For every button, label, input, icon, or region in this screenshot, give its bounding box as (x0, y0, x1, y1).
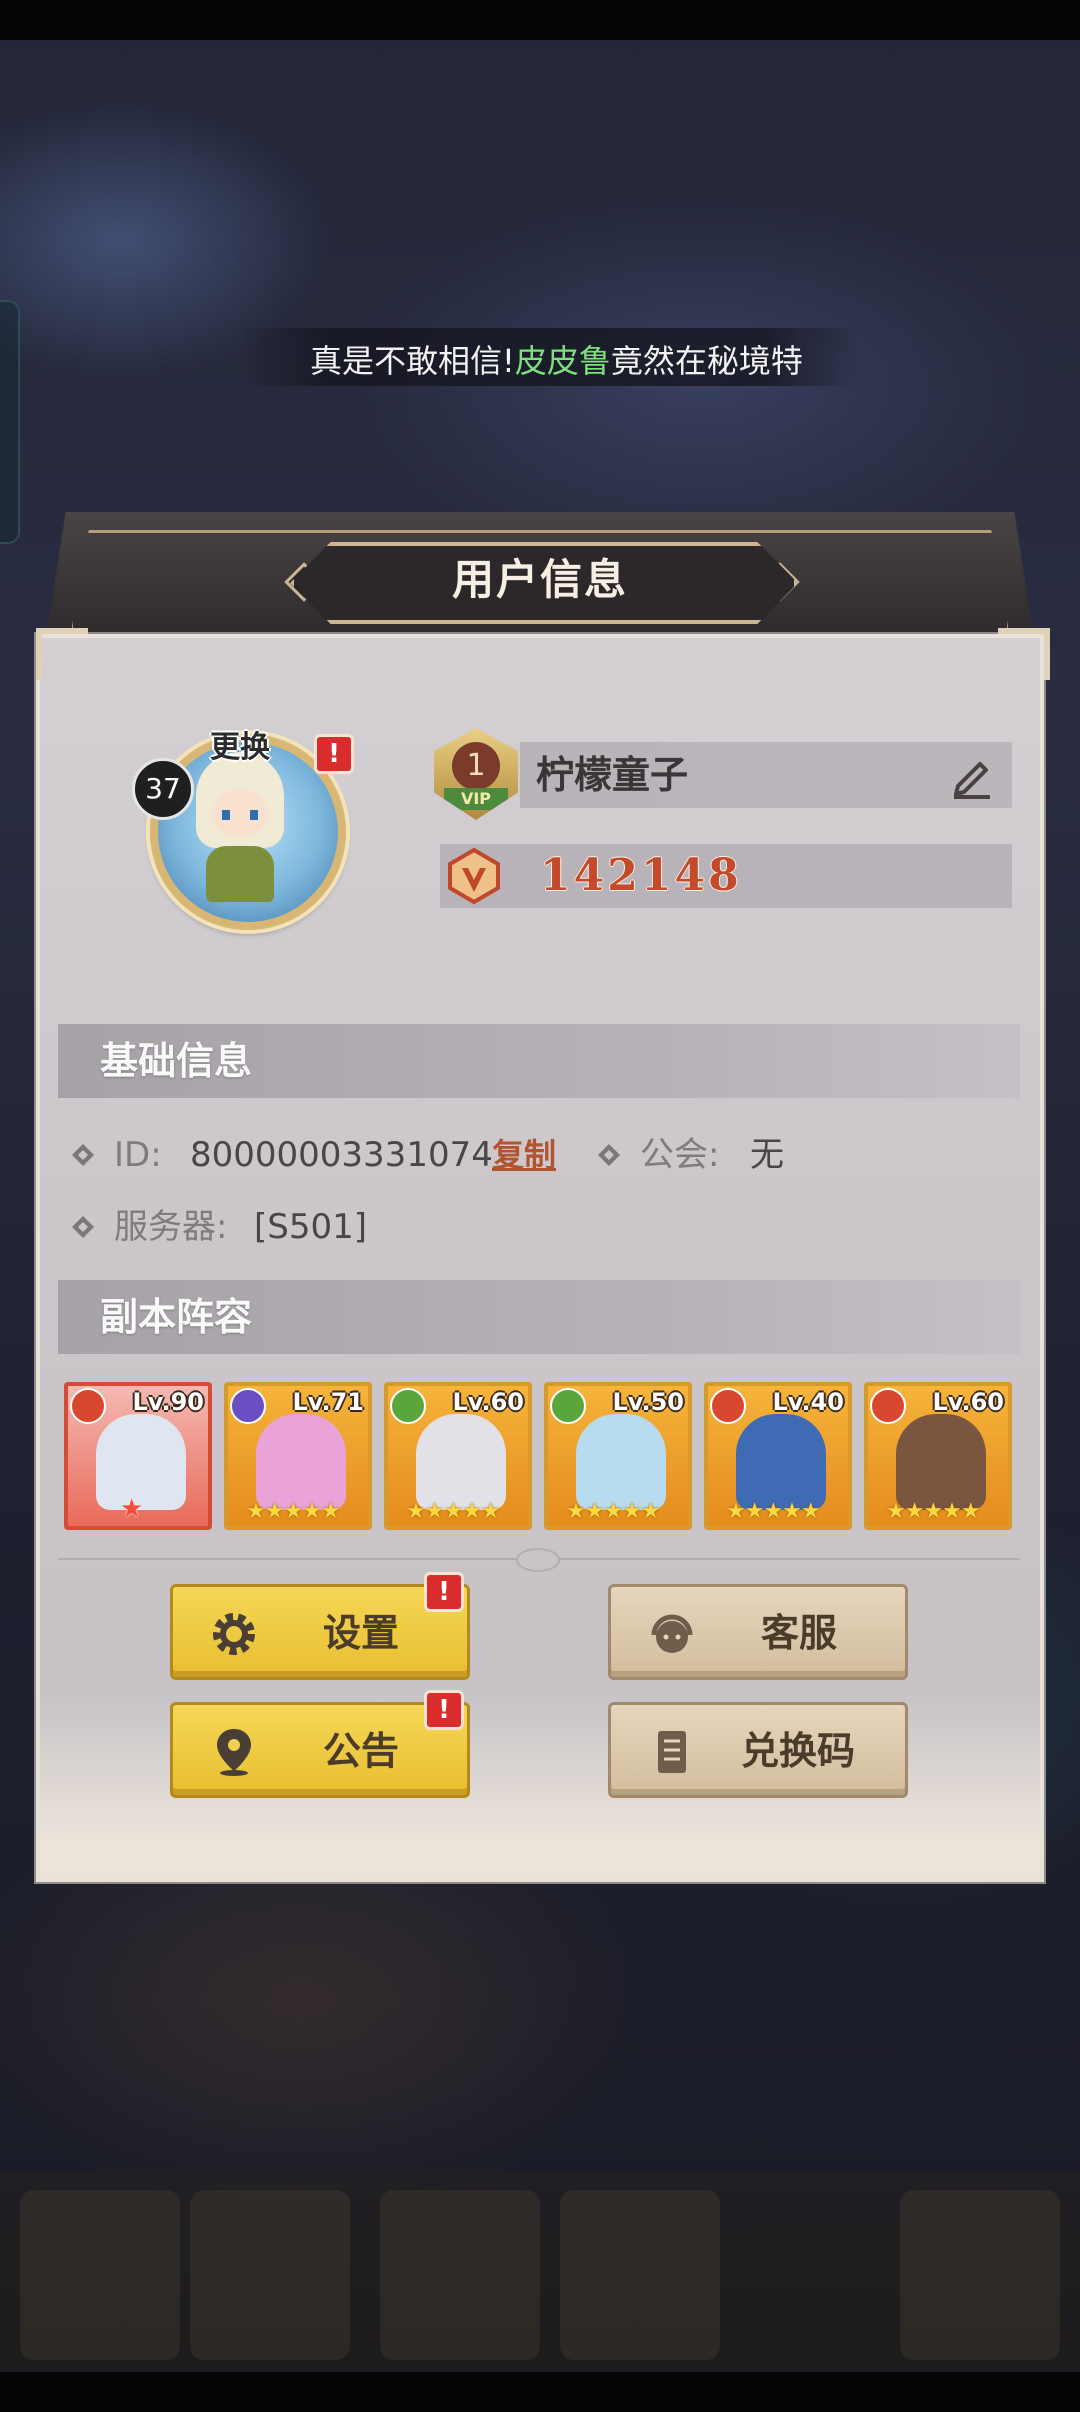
side-drawer-tab[interactable] (0, 300, 20, 544)
diamond-bullet-icon (72, 1216, 94, 1238)
hero-level: Lv.60 (452, 1388, 525, 1416)
announcement-alert-icon: ! (424, 1690, 464, 1730)
diamond-bullet-icon (598, 1144, 620, 1166)
hero-portrait (576, 1414, 666, 1510)
fire-element-icon (870, 1388, 906, 1424)
player-level-badge: 37 (132, 758, 194, 820)
location-pin-icon (217, 1729, 251, 1776)
fire-element-icon (710, 1388, 746, 1424)
customer-service-label: 客服 (761, 1611, 838, 1655)
combat-power-icon (448, 847, 500, 905)
hero-level: Lv.90 (132, 1388, 205, 1416)
settings-alert-icon: ! (424, 1572, 464, 1612)
hero-level: Lv.50 (612, 1388, 685, 1416)
hero-card[interactable]: Lv.90 ★ (64, 1382, 212, 1530)
server-label: 服务器: (114, 1207, 228, 1247)
hero-level: Lv.60 (932, 1388, 1005, 1416)
headset-icon (651, 1614, 693, 1653)
dialog-title: 用户信息 (451, 555, 628, 604)
hero-stars: ★★★★★ (246, 1499, 341, 1524)
avatar-body (206, 846, 274, 902)
marquee-text: 真是不敢相信!皮皮鲁竟然在秘境特 (310, 342, 803, 380)
customer-service-button[interactable]: 客服 (608, 1584, 908, 1680)
id-value: 80000003331074 (190, 1135, 493, 1175)
edit-name-icon[interactable] (948, 752, 996, 800)
lineup-title: 副本阵容 (100, 1295, 253, 1339)
hero-portrait (416, 1414, 506, 1510)
status-bar (0, 0, 1080, 40)
server-value: [S501] (254, 1207, 368, 1247)
avatar-eye-left (222, 810, 230, 820)
hero-card[interactable]: Lv.60 ★★★★★ (384, 1382, 532, 1530)
system-nav-bar (0, 2372, 1080, 2412)
avatar-face (212, 790, 268, 838)
hero-stars: ★★★★★ (886, 1499, 981, 1524)
player-name: 柠檬童子 (536, 753, 689, 797)
copy-id-button[interactable]: 复制 (492, 1130, 556, 1180)
hero-stars: ★★★★★ (726, 1499, 821, 1524)
nature-element-icon (550, 1388, 586, 1424)
panel-corner-left (36, 628, 88, 680)
hero-stars: ★★★★★ (406, 1499, 501, 1524)
announcement-label: 公告 (323, 1729, 400, 1773)
guild-label: 公会: (640, 1135, 720, 1175)
hero-portrait (736, 1414, 826, 1510)
hero-card[interactable]: Lv.40 ★★★★★ (704, 1382, 852, 1530)
avatar-eye-right (250, 810, 258, 820)
panel-corner-right (998, 628, 1050, 680)
bottom-nav-blurred (0, 2170, 1080, 2370)
hero-card[interactable]: Lv.60 ★★★★★ (864, 1382, 1012, 1530)
guild-value: 无 (750, 1135, 784, 1175)
divider-ornament (516, 1548, 560, 1572)
avatar-alert-icon: ! (314, 734, 354, 774)
nature-element-icon (390, 1388, 426, 1424)
hero-stars: ★ (120, 1494, 144, 1524)
combat-power-value: 142148 (540, 850, 742, 901)
hero-portrait (896, 1414, 986, 1510)
hero-card[interactable]: Lv.71 ★★★★★ (224, 1382, 372, 1530)
hero-portrait (256, 1414, 346, 1510)
diamond-bullet-icon (72, 1144, 94, 1166)
gear-icon (213, 1613, 255, 1655)
id-label: ID: (114, 1135, 162, 1175)
hero-level: Lv.71 (292, 1388, 365, 1416)
code-book-icon (658, 1731, 686, 1773)
redeem-code-button[interactable]: 兑换码 (608, 1702, 908, 1798)
hero-level: Lv.40 (772, 1388, 845, 1416)
basic-info-title: 基础信息 (100, 1039, 253, 1083)
marquee-player-name: 皮皮鲁 (514, 342, 611, 380)
announcement-marquee: 真是不敢相信!皮皮鲁竟然在秘境特 (240, 328, 860, 386)
light-element-icon (230, 1388, 266, 1424)
hero-stars: ★★★★★ (566, 1499, 661, 1524)
settings-label: 设置 (323, 1611, 400, 1655)
redeem-code-label: 兑换码 (741, 1729, 856, 1773)
hero-card[interactable]: Lv.50 ★★★★★ (544, 1382, 692, 1530)
change-avatar-button[interactable]: 更换 (195, 722, 285, 766)
vip-level: 1 (452, 742, 500, 790)
fire-element-icon (70, 1388, 106, 1424)
